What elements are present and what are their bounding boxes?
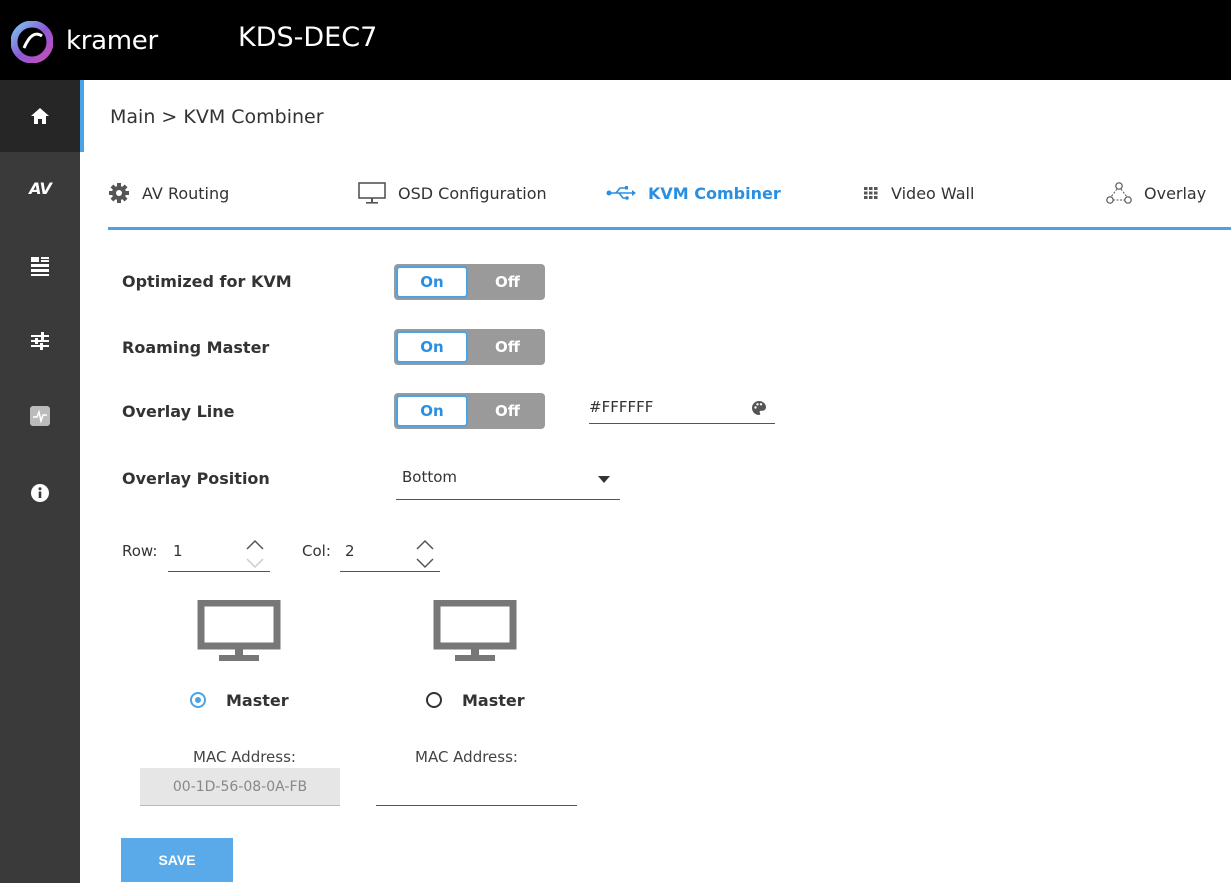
tab-av-routing[interactable]: AV Routing [108,178,229,208]
roaming-master-toggle[interactable]: On Off [394,329,545,365]
sidebar-item-av[interactable]: AV [0,152,80,224]
tab-label: Overlay [1144,183,1207,203]
optimized-for-kvm-label: Optimized for KVM [122,272,292,291]
sidebar-item-settings[interactable] [0,305,80,377]
col-stepper-arrows-icon[interactable] [414,537,436,571]
breadcrumb: Main > KVM Combiner [110,106,324,128]
sidebar-item-device-settings[interactable] [0,230,80,302]
home-icon [31,108,49,124]
row-stepper[interactable]: 1 [168,537,270,572]
sidebar-item-home[interactable] [0,80,80,152]
sliders-icon [31,332,49,350]
tabs-underline [108,227,1231,230]
overlay-line-label: Overlay Line [122,402,235,421]
top-bar: kramer KDS-DEC7 [0,0,1231,80]
col-value: 2 [345,542,355,560]
chevron-down-icon [598,476,610,483]
sidebar-item-info[interactable] [0,457,80,529]
av-icon: AV [29,178,52,198]
device-settings-icon [31,257,49,276]
overlay-line-toggle[interactable]: On Off [394,393,545,429]
kramer-logo-icon [11,21,53,63]
screen-1-monitor-icon [197,600,281,661]
tab-bar: AV Routing OSD Configuration KVM Combine… [108,168,1231,228]
monitor-icon [358,182,386,204]
screen-1-mac-label: MAC Address: [193,748,296,766]
toggle-on-option[interactable]: On [396,331,468,363]
col-label: Col: [302,542,331,560]
toggle-on-option[interactable]: On [396,395,468,427]
tab-kvm-combiner[interactable]: KVM Combiner [606,178,781,208]
tab-video-wall[interactable]: Video Wall [863,178,974,208]
row-value: 1 [173,542,183,560]
gear-icon [108,182,130,204]
usb-icon [606,185,636,201]
grid-icon [863,185,879,201]
info-icon [31,484,49,502]
row-stepper-arrows-icon[interactable] [244,537,266,571]
toggle-off-option[interactable]: Off [470,264,545,300]
tab-label: KVM Combiner [648,183,781,203]
sidebar-item-diagnostics[interactable] [0,380,80,452]
screen-1-master-radio[interactable] [190,692,206,708]
screen-1-master-label: Master [226,690,289,710]
palette-icon[interactable] [751,400,767,420]
toggle-off-option[interactable]: Off [470,393,545,429]
overlay-color-value: #FFFFFF [589,398,654,416]
diagnostics-icon [30,406,50,426]
save-button[interactable]: SAVE [121,838,233,882]
screen-2-master-label: Master [462,690,525,710]
overlay-icon [1106,181,1132,205]
tab-osd-configuration[interactable]: OSD Configuration [358,178,547,208]
screen-2-mac-field[interactable] [376,768,577,806]
screen-1-mac-field: 00-1D-56-08-0A-FB [140,768,340,806]
sidebar-active-indicator [80,80,84,152]
toggle-off-option[interactable]: Off [470,329,545,365]
screen-2-mac-label: MAC Address: [415,748,518,766]
device-name: KDS-DEC7 [238,22,378,53]
tab-label: OSD Configuration [398,183,547,203]
toggle-on-option[interactable]: On [396,266,468,298]
row-label: Row: [122,542,158,560]
screen-1-master-option[interactable]: Master [190,688,289,712]
tab-label: AV Routing [142,183,230,203]
brand-name: kramer [66,26,158,56]
sidebar: AV [0,80,80,883]
screen-2-master-radio[interactable] [426,692,442,708]
screen-2-monitor-icon [433,600,517,661]
overlay-position-value: Bottom [402,468,458,486]
tab-label: Video Wall [891,183,975,203]
overlay-position-select[interactable]: Bottom [396,464,620,500]
overlay-position-label: Overlay Position [122,469,270,488]
screen-2-master-option[interactable]: Master [426,688,525,712]
col-stepper[interactable]: 2 [340,537,440,572]
tab-overlay[interactable]: Overlay [1106,178,1206,208]
roaming-master-label: Roaming Master [122,338,270,357]
optimized-for-kvm-toggle[interactable]: On Off [394,264,545,300]
overlay-color-field[interactable]: #FFFFFF [589,394,775,424]
